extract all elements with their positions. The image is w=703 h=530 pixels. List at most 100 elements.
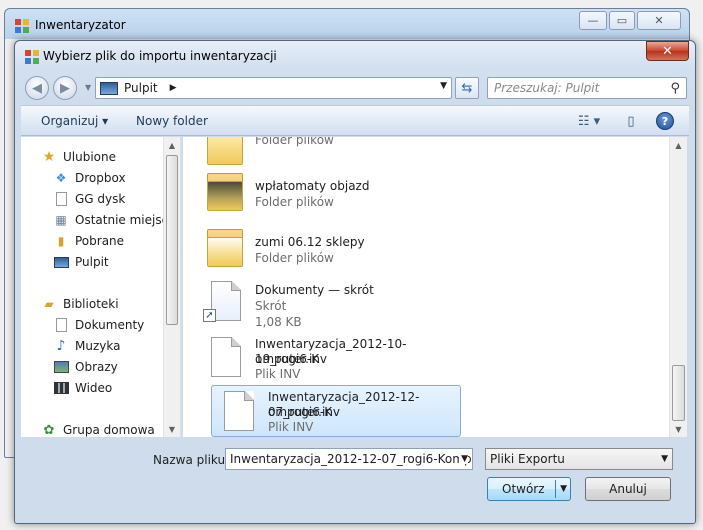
close-button[interactable]: ✕ (646, 41, 689, 61)
address-dropdown-icon[interactable]: ▼ (440, 81, 447, 91)
back-button[interactable]: ◀ (25, 76, 49, 100)
desktop-icon (100, 81, 118, 95)
filetype-select[interactable]: Pliki Exportu ▼ (485, 448, 673, 470)
open-options-dropdown-icon[interactable]: ▼ (560, 484, 567, 494)
scroll-down-icon[interactable]: ▼ (670, 421, 687, 437)
nav-item-recent-places[interactable]: ▦ Ostatnie miejsca (53, 210, 175, 230)
new-folder-button[interactable]: Nowy folder (136, 114, 208, 128)
file-name: zumi 06.12 sklepy (255, 235, 365, 249)
open-button[interactable]: Otwórz ▼ (487, 477, 571, 501)
organize-menu-button[interactable]: Organizuj ▾ (41, 114, 108, 128)
cancel-button[interactable]: Anuluj (585, 477, 671, 501)
app-icon (15, 19, 29, 33)
nav-item-label: Muzyka (75, 339, 121, 353)
navigation-pane: ★ Ulubione ❖ Dropbox GG dysk ▦ Ostatnie … (21, 137, 181, 437)
filename-input[interactable]: Inwentaryzacja_2012-12-07_rogi6-Komputer… (225, 448, 473, 470)
filetype-value: Pliki Exportu (490, 452, 565, 466)
file-type: Folder plików (255, 137, 334, 147)
open-file-dialog: Wybierz plik do importu inwentaryzacji ✕… (14, 40, 696, 524)
documents-library-icon (53, 318, 69, 332)
file-type: Folder plików (255, 195, 334, 209)
nav-libraries[interactable]: ▰ Biblioteki (41, 294, 119, 314)
search-icon[interactable]: ⚲ (670, 81, 680, 96)
back-arrow-icon: ◀ (32, 80, 42, 96)
minimize-button[interactable]: — (579, 11, 607, 30)
nav-item-gg-dysk[interactable]: GG dysk (53, 189, 125, 209)
nav-homegroup[interactable]: ✿ Grupa domowa (41, 420, 155, 438)
list-item[interactable]: ➚ Dokumenty — skrót Skrót 1,08 KB (199, 277, 449, 335)
scroll-down-icon[interactable]: ▼ (164, 421, 180, 437)
forward-button[interactable]: ▶ (53, 76, 77, 100)
background-window-title: Inwentaryzator (35, 18, 126, 32)
breadcrumb-chevron-icon[interactable]: ▶ (170, 83, 177, 93)
list-item[interactable]: zumi 06.12 sklepy Folder plików (199, 225, 449, 275)
nav-item-desktop[interactable]: Pulpit (53, 252, 109, 272)
search-placeholder: Przeszukaj: Pulpit (494, 81, 600, 95)
file-name-cont: omputer.inv (255, 352, 328, 366)
nav-item-label: GG dysk (75, 192, 126, 206)
document-icon (53, 192, 69, 206)
file-type: Plik INV (255, 367, 301, 381)
file-type: Plik INV (268, 420, 314, 434)
preview-pane-icon[interactable]: ▯ (621, 112, 641, 130)
maximize-button[interactable]: ▭ (609, 11, 635, 30)
star-icon: ★ (42, 149, 56, 165)
file-name: wpłatomaty objazd (255, 179, 370, 193)
nav-item-documents[interactable]: Dokumenty (53, 315, 144, 335)
folder-icon (205, 137, 245, 169)
list-item[interactable]: Folder plików (199, 137, 449, 165)
nav-item-videos[interactable]: Wideo (53, 378, 112, 398)
refresh-button[interactable]: ⇆ (455, 77, 479, 99)
address-bar[interactable]: Pulpit ▶ ▼ (95, 77, 452, 99)
scroll-up-icon[interactable]: ▲ (164, 137, 180, 153)
forward-arrow-icon: ▶ (60, 80, 70, 96)
nav-item-music[interactable]: ♪ Muzyka (53, 336, 121, 356)
inv-file-icon (218, 389, 258, 435)
chevron-down-icon[interactable]: ▼ (459, 454, 468, 464)
split-divider (555, 480, 556, 498)
music-icon: ♪ (56, 338, 66, 354)
bg-close-button[interactable]: ✕ (637, 11, 681, 30)
list-item[interactable]: Inwentaryzacja_2012-10-19_rogi6-K ompute… (199, 333, 449, 383)
nav-item-dropbox[interactable]: ❖ Dropbox (53, 168, 126, 188)
nav-item-pictures[interactable]: Obrazy (53, 357, 118, 377)
desktop-icon (53, 255, 69, 269)
homegroup-icon: ✿ (43, 422, 55, 438)
filename-label: Nazwa pliku: (153, 453, 230, 467)
address-text: Pulpit (124, 81, 158, 95)
folder-icon (205, 169, 245, 215)
scrollbar-thumb[interactable] (672, 365, 685, 421)
list-item-selected[interactable]: Inwentaryzacja_2012-12-07_rogi6-K ompute… (211, 385, 461, 437)
video-icon (53, 381, 69, 395)
file-name-cont: omputer.inv (268, 405, 341, 419)
nav-homegroup-label: Grupa domowa (63, 423, 155, 437)
filelist-scrollbar[interactable]: ▲ ▼ (669, 137, 687, 437)
nav-item-label: Dokumenty (75, 318, 145, 332)
scrollbar-thumb[interactable] (166, 155, 178, 325)
nav-favorites-label: Ulubione (63, 150, 117, 164)
nav-libraries-label: Biblioteki (63, 297, 119, 311)
search-input[interactable]: Przeszukaj: Pulpit ⚲ (487, 77, 687, 99)
filename-value: Inwentaryzacja_2012-12-07_rogi6-Komputer… (230, 452, 472, 466)
recent-places-icon: ▦ (55, 213, 67, 227)
recent-locations-dropdown-icon[interactable]: ▼ (85, 83, 91, 92)
chevron-down-icon: ▼ (661, 454, 668, 464)
nav-item-label: Pobrane (75, 234, 125, 248)
list-item[interactable]: wpłatomaty objazd Folder plików (199, 169, 449, 219)
help-icon: ? (656, 112, 674, 130)
libraries-icon: ▰ (44, 297, 54, 311)
view-options-icon[interactable]: ☷ ▾ (569, 112, 609, 130)
nav-item-label: Dropbox (75, 171, 126, 185)
nav-item-downloads[interactable]: ▮ Pobrane (53, 231, 124, 251)
scroll-up-icon[interactable]: ▲ (670, 137, 687, 153)
pictures-icon (53, 360, 69, 374)
nav-item-label: Obrazy (75, 360, 118, 374)
help-button[interactable]: ? (655, 112, 675, 130)
file-name: Dokumenty — skrót (255, 283, 374, 297)
nav-favorites[interactable]: ★ Ulubione (41, 147, 116, 167)
refresh-icon: ⇆ (461, 80, 473, 96)
file-size: 1,08 KB (255, 315, 302, 329)
file-type: Folder plików (255, 251, 334, 265)
dropbox-icon: ❖ (55, 171, 67, 185)
navpane-scrollbar[interactable]: ▲ ▼ (163, 137, 180, 437)
